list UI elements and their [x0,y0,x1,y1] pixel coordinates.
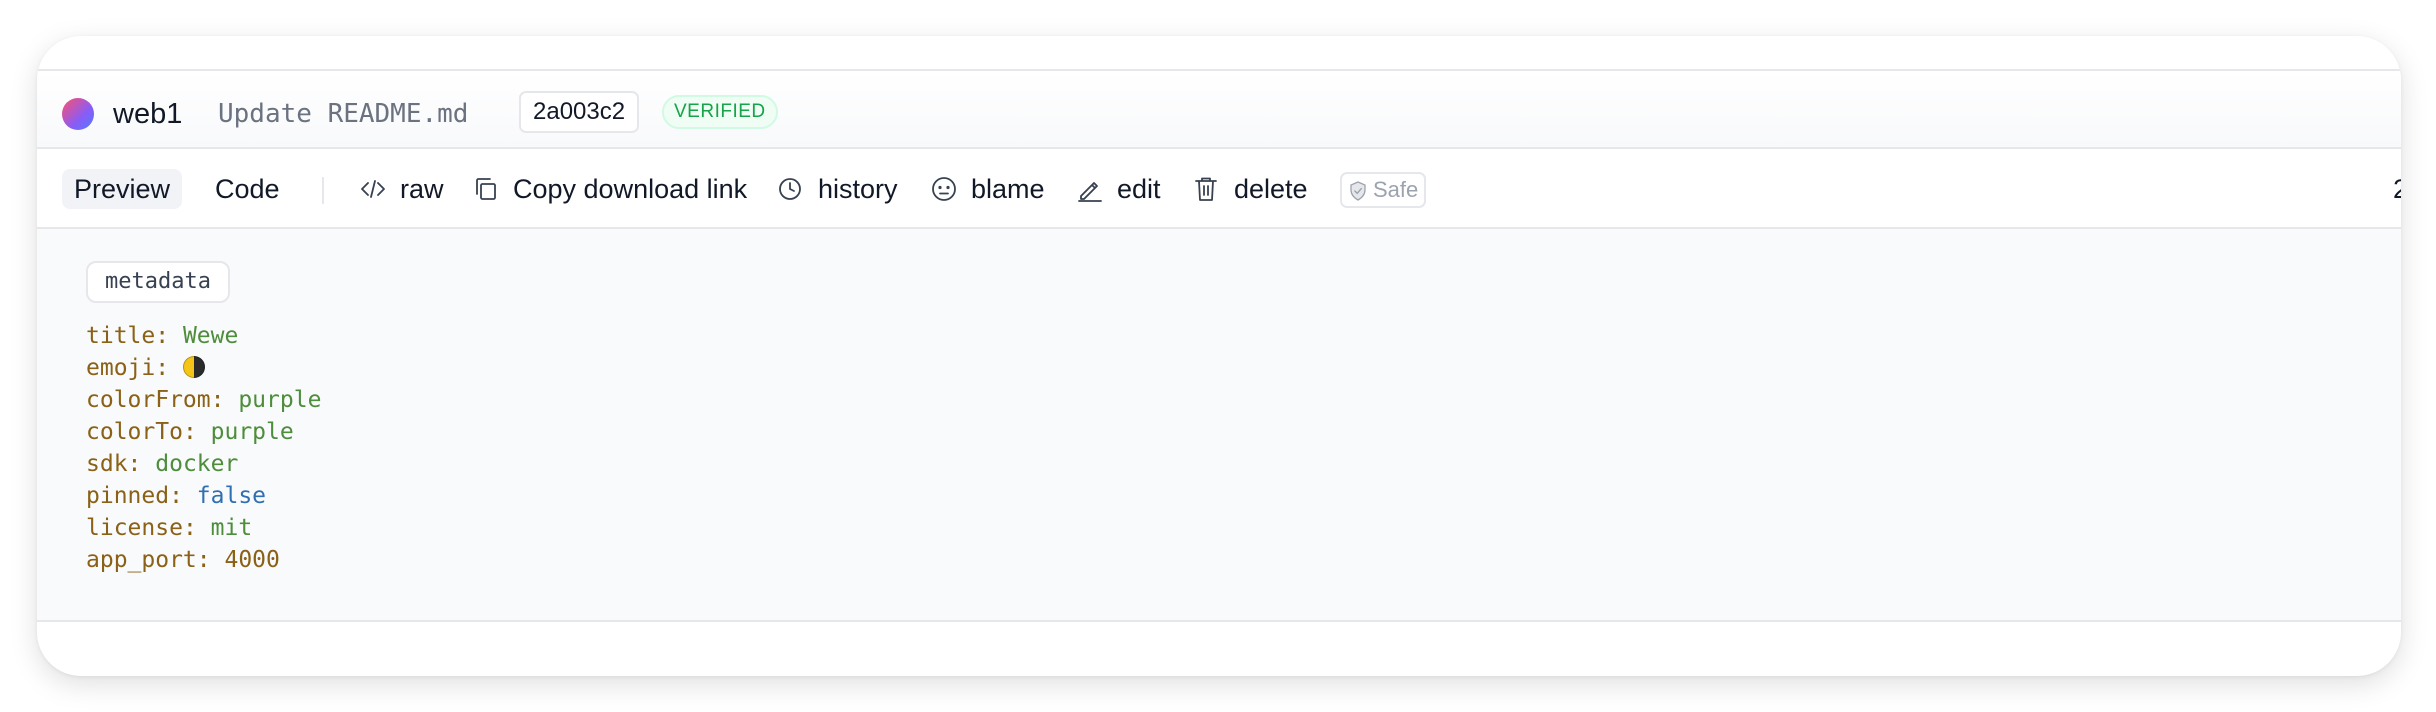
copy-link-label: Copy download link [513,174,748,204]
metadata-row-colorto: colorTo: purple [86,419,294,445]
metadata-value: purple [238,387,322,413]
metadata-value: mit [210,515,253,541]
metadata-key: title [86,323,156,349]
metadata-value: docker [155,451,239,477]
readme-preview: metadata title: Wewe emoji: colorFrom: pu… [37,229,2401,622]
metadata-key: sdk [86,451,128,477]
history-button[interactable]: history [778,169,908,209]
metadata-row-license: license: mit [86,515,253,541]
safe-badge[interactable]: Safe [1340,172,1426,208]
tab-preview[interactable]: Preview [62,169,183,209]
metadata-key: license [86,515,183,541]
copy-download-link-button[interactable]: Copy download link [474,169,794,209]
metadata-row-pinned: pinned: false [86,483,267,509]
toolbar-divider [322,177,324,204]
moon-emoji-icon [182,356,205,378]
file-viewer-card: web1 Update README.md 2a003c2 VERIFIED P… [37,36,2401,676]
pencil-icon [1078,182,1102,202]
metadata-chip[interactable]: metadata [86,261,230,303]
trash-icon [1195,177,1217,201]
metadata-row-sdk: sdk: docker [86,451,239,477]
file-toolbar: Preview Code raw Copy download link hist… [37,149,2401,229]
metadata-key: colorTo [86,419,183,445]
metadata-key: colorFrom [86,387,211,413]
blame-button[interactable]: blame [931,169,1051,209]
file-header: web1 Update README.md 2a003c2 VERIFIED [37,69,2401,149]
delete-label: delete [1234,174,1308,204]
commit-message[interactable]: Update README.md [218,89,468,139]
face-icon [932,177,956,201]
shield-check-icon [1350,181,1366,201]
safe-label: Safe [1373,177,1419,202]
tab-code[interactable]: Code [215,169,280,209]
delete-button[interactable]: delete [1194,169,1314,209]
metadata-key: app_port [86,547,197,573]
metadata-row-title: title: Wewe [86,323,239,349]
code-icon [361,180,385,198]
metadata-row-colorfrom: colorFrom: purple [86,387,322,413]
metadata-value: false [196,483,267,509]
metadata-key: emoji [86,355,156,381]
metadata-value: Wewe [182,323,239,349]
blame-label: blame [971,174,1045,204]
clock-icon [779,178,801,200]
metadata-value: purple [210,419,294,445]
author-avatar[interactable] [62,98,94,130]
raw-button[interactable]: raw [360,169,450,209]
raw-label: raw [400,174,444,204]
copy-icon [476,178,496,200]
history-label: history [818,174,898,204]
metadata-value: 4000 [224,547,280,573]
metadata-row-app-port: app_port: 4000 [86,547,280,573]
edit-button[interactable]: edit [1077,169,1172,209]
repo-name[interactable]: web1 [113,89,182,139]
metadata-yaml: title: Wewe emoji: colorFrom: purple color… [86,320,321,576]
edit-label: edit [1117,174,1161,204]
commit-sha[interactable]: 2a003c2 [519,91,640,133]
toolbar-overflow-text: 2 [2393,174,2401,204]
metadata-key: pinned [86,483,170,509]
verified-badge: VERIFIED [662,95,778,129]
metadata-row-emoji: emoji: [86,352,321,384]
